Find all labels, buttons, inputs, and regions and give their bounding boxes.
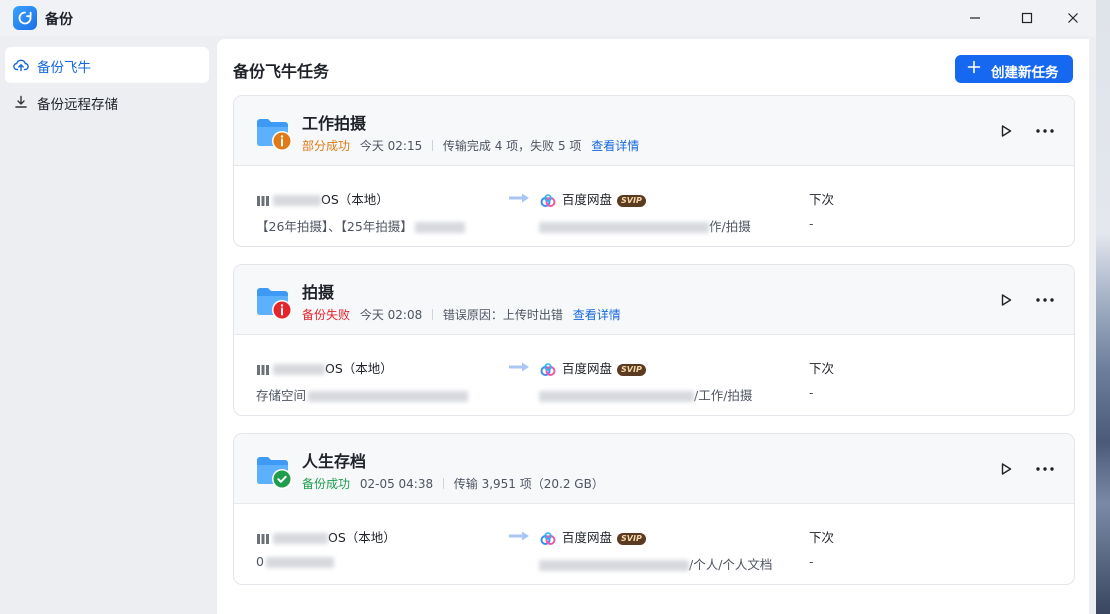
- task-card-header: 工作拍摄 部分成功 今天 02:15 传输完成 4 项，失败 5 项 查看详情: [234, 96, 1074, 166]
- task-meta: 备份失败 今天 02:08 错误原因：上传时出错 查看详情: [302, 306, 621, 323]
- sidebar-item-label: 备份飞牛: [37, 60, 91, 76]
- page-title: 备份飞牛任务: [233, 62, 330, 81]
- redacted-text: [308, 391, 469, 402]
- close-icon: [1068, 13, 1078, 23]
- task-detail: 传输 3,951 项（20.2 GB）: [453, 477, 604, 491]
- nas-icon: [257, 195, 269, 206]
- create-task-button[interactable]: 创建新任务: [955, 55, 1073, 83]
- next-run-label: 下次: [809, 530, 835, 545]
- task-detail: 传输完成 4 项，失败 5 项: [442, 139, 582, 153]
- baidu-netdisk-icon: [540, 193, 556, 207]
- task-meta: 部分成功 今天 02:15 传输完成 4 项，失败 5 项 查看详情: [302, 137, 639, 154]
- arrow-right-icon: [509, 193, 529, 203]
- maximize-icon: [1021, 12, 1033, 24]
- task-time: 02-05 04:38: [359, 476, 434, 491]
- redacted-text: [265, 557, 334, 568]
- next-run-value: -: [809, 216, 814, 231]
- task-card-header: 拍摄 备份失败 今天 02:08 错误原因：上传时出错 查看详情: [234, 265, 1074, 335]
- source-label: OS（本地）: [256, 189, 389, 208]
- nas-icon: [257, 533, 269, 544]
- source-label: OS（本地）: [256, 527, 396, 546]
- redacted-text: [539, 560, 689, 571]
- source-path: 0: [256, 554, 334, 569]
- next-run-label: 下次: [809, 361, 835, 376]
- source-label: OS（本地）: [256, 358, 393, 377]
- create-task-label: 创建新任务: [991, 65, 1059, 81]
- redacted-text: [539, 391, 694, 402]
- play-icon[interactable]: [998, 461, 1014, 477]
- redacted-text: [273, 195, 321, 206]
- task-name: 工作拍摄: [302, 114, 367, 133]
- view-details-link[interactable]: 查看详情: [591, 137, 639, 154]
- redacted-text: [414, 222, 465, 233]
- cloud-upload-icon: [13, 59, 29, 72]
- sidebar: 备份飞牛 备份远程存储: [0, 36, 217, 614]
- folder-warning-icon: [257, 119, 292, 151]
- arrow-right-icon: [509, 362, 529, 372]
- task-name: 拍摄: [302, 283, 335, 302]
- svip-badge: SVIP: [617, 363, 646, 376]
- redacted-text: [273, 364, 325, 375]
- arrow-right-icon: [509, 531, 529, 541]
- baidu-netdisk-icon: [540, 362, 556, 376]
- maximize-button[interactable]: [1014, 6, 1040, 30]
- status-badge: 备份失败: [302, 308, 351, 322]
- next-run-label: 下次: [809, 192, 835, 207]
- more-icon[interactable]: [1034, 292, 1056, 308]
- target-label: 百度网盘 SVIP: [539, 189, 646, 207]
- redacted-text: [539, 222, 709, 233]
- task-meta: 备份成功 02-05 04:38 传输 3,951 项（20.2 GB）: [302, 475, 604, 492]
- more-icon[interactable]: [1034, 461, 1056, 477]
- task-detail: 错误原因：上传时出错: [442, 308, 563, 322]
- source-path: 【26年拍摄】、【25年拍摄】: [256, 216, 465, 235]
- app-title: 备份: [45, 12, 73, 28]
- minimize-icon: [970, 17, 980, 19]
- baidu-netdisk-icon: [540, 531, 556, 545]
- divider: [442, 478, 444, 489]
- title-bar: 备份: [0, 0, 1096, 36]
- folder-error-icon: [257, 288, 292, 320]
- folder-success-icon: [257, 457, 292, 489]
- plus-icon: [967, 60, 981, 74]
- main-panel: 备份飞牛任务 创建新任务 工作拍摄 部分成功 今天 02:15 传输完成 4 项…: [217, 39, 1089, 614]
- desktop-wallpaper: [1096, 0, 1110, 614]
- task-card-1[interactable]: 工作拍摄 部分成功 今天 02:15 传输完成 4 项，失败 5 项 查看详情 …: [233, 95, 1075, 247]
- download-icon: [15, 95, 27, 108]
- task-card-2[interactable]: 拍摄 备份失败 今天 02:08 错误原因：上传时出错 查看详情 OS（本地） …: [233, 264, 1075, 416]
- sidebar-item-backup-remote[interactable]: 备份远程存储: [5, 84, 209, 120]
- minimize-button[interactable]: [962, 6, 988, 30]
- task-time: 今天 02:15: [359, 139, 423, 153]
- play-icon[interactable]: [998, 292, 1014, 308]
- close-button[interactable]: [1060, 6, 1086, 30]
- task-card-3[interactable]: 人生存档 备份成功 02-05 04:38 传输 3,951 项（20.2 GB…: [233, 433, 1075, 585]
- redacted-text: [273, 533, 328, 544]
- nas-icon: [257, 364, 269, 375]
- task-name: 人生存档: [302, 452, 367, 471]
- next-run-value: -: [809, 554, 814, 569]
- svip-badge: SVIP: [617, 532, 646, 545]
- app-logo-icon: [13, 6, 37, 30]
- status-badge: 部分成功: [302, 139, 351, 153]
- sidebar-item-backup-fnos[interactable]: 备份飞牛: [5, 47, 209, 83]
- divider: [432, 140, 434, 151]
- sidebar-item-label: 备份远程存储: [37, 97, 118, 113]
- next-run-value: -: [809, 385, 814, 400]
- target-label: 百度网盘 SVIP: [539, 527, 646, 545]
- target-path: /工作/拍摄: [539, 385, 752, 404]
- view-details-link[interactable]: 查看详情: [573, 306, 621, 323]
- more-icon[interactable]: [1034, 123, 1056, 139]
- target-path: /个人/个人文档: [539, 554, 772, 573]
- task-time: 今天 02:08: [359, 308, 423, 322]
- status-badge: 备份成功: [302, 477, 351, 491]
- divider: [432, 309, 434, 320]
- svip-badge: SVIP: [617, 194, 646, 207]
- target-path: 作/拍摄: [539, 216, 751, 235]
- task-card-header: 人生存档 备份成功 02-05 04:38 传输 3,951 项（20.2 GB…: [234, 434, 1074, 504]
- play-icon[interactable]: [998, 123, 1014, 139]
- source-path: 存储空间: [256, 385, 469, 404]
- target-label: 百度网盘 SVIP: [539, 358, 646, 376]
